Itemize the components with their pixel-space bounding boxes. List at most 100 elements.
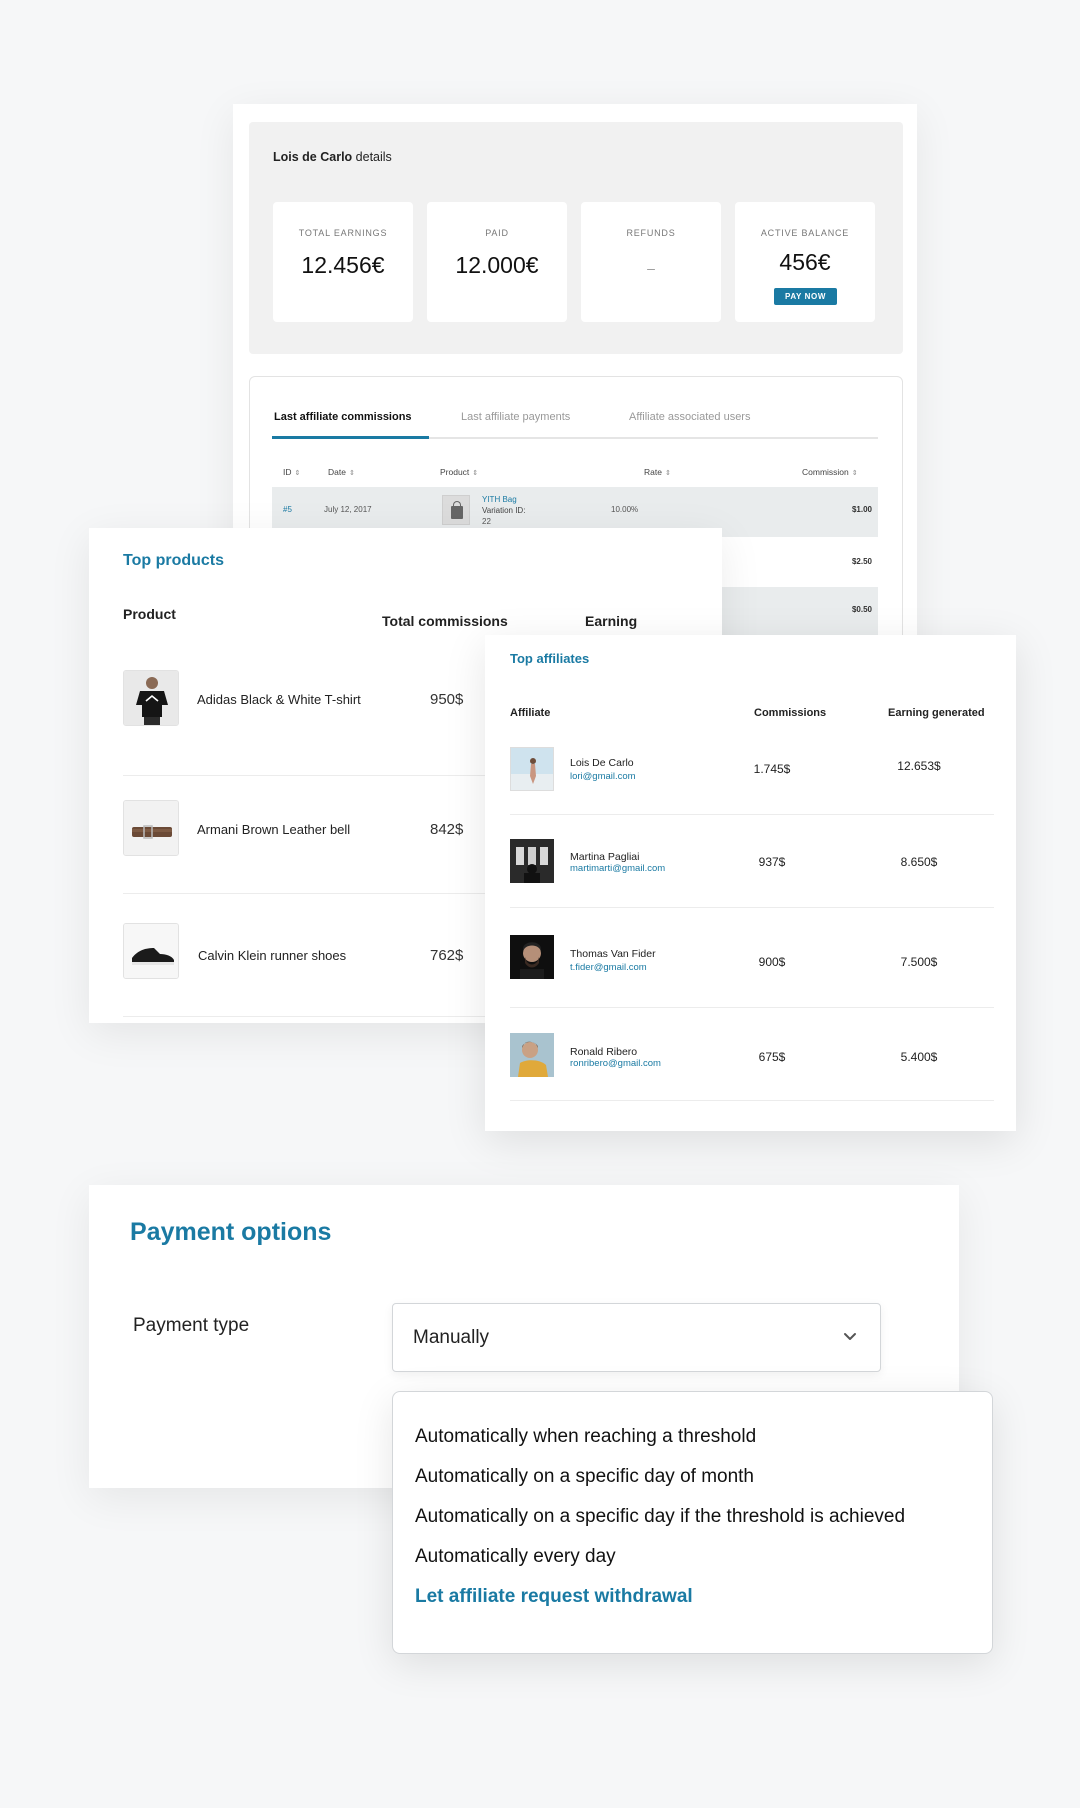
- list-item: Adidas Black & White T-shirt 950$: [123, 658, 503, 776]
- column-header-product: Product: [123, 606, 176, 622]
- affiliate-commissions: 1.745$: [753, 762, 791, 776]
- top-affiliates-panel: Top affiliates Affiliate Commissions Ear…: [485, 635, 1016, 1131]
- variation-label: Variation ID:: [482, 506, 526, 515]
- column-label: Product: [440, 467, 470, 477]
- total-earnings-card: TOTAL EARNINGS 12.456€: [273, 202, 413, 322]
- avatar: [510, 935, 554, 979]
- affiliate-name: Thomas Van Fider: [570, 948, 656, 960]
- refunds-card: REFUNDS –: [581, 202, 721, 322]
- top-affiliates-title: Top affiliates: [510, 651, 590, 666]
- column-header-commission[interactable]: Commission ⇕: [802, 467, 858, 477]
- option-day-if-threshold[interactable]: Automatically on a specific day if the t…: [415, 1506, 905, 1528]
- payment-type-selected-value: Manually: [413, 1327, 490, 1348]
- sort-icon: ⇕: [472, 470, 479, 477]
- tab-last-affiliate-commissions[interactable]: Last affiliate commissions: [274, 411, 412, 423]
- product-total-commissions: 762$: [430, 947, 464, 964]
- paid-card: PAID 12.000€: [427, 202, 567, 322]
- affiliate-commissions: 937$: [758, 855, 786, 869]
- affiliate-summary: Lois de Carlo details TOTAL EARNINGS 12.…: [249, 122, 903, 354]
- payment-type-label: Payment type: [133, 1315, 250, 1336]
- list-item: Thomas Van Fider t.fider@gmail.com 900$ …: [510, 908, 994, 1008]
- affiliate-earning: 5.400$: [900, 1050, 938, 1064]
- product-name: Calvin Klein runner shoes: [198, 948, 347, 963]
- list-item: Armani Brown Leather bell 842$: [123, 776, 503, 894]
- stat-value: –: [647, 260, 655, 276]
- tab-last-affiliate-payments[interactable]: Last affiliate payments: [461, 411, 570, 423]
- column-label: ID: [283, 467, 292, 477]
- option-threshold[interactable]: Automatically when reaching a threshold: [415, 1426, 756, 1448]
- affiliate-commissions: 675$: [758, 1050, 786, 1064]
- list-item: Lois De Carlo lori@gmail.com 1.745$ 12.6…: [510, 735, 994, 815]
- tab-affiliate-associated-users[interactable]: Affiliate associated users: [629, 411, 750, 423]
- list-item: Ronald Ribero ronribero@gmail.com 675$ 5…: [510, 1008, 994, 1101]
- affiliate-name: Lois De Carlo: [570, 757, 634, 769]
- product-total-commissions: 950$: [430, 691, 464, 708]
- sort-icon: ⇕: [851, 470, 858, 477]
- column-header-rate[interactable]: Rate ⇕: [644, 467, 671, 477]
- affiliate-commissions: 900$: [758, 955, 786, 969]
- affiliate-email[interactable]: lori@gmail.com: [570, 771, 636, 782]
- stat-label: REFUNDS: [626, 228, 676, 238]
- column-label: Rate: [644, 467, 662, 477]
- top-products-title: Top products: [123, 552, 225, 569]
- avatar: [510, 747, 554, 791]
- sort-icon: ⇕: [348, 470, 355, 477]
- affiliate-name: Ronald Ribero: [570, 1046, 638, 1058]
- column-header-total-commissions: Total commissions: [382, 613, 508, 629]
- commission-date: July 12, 2017: [324, 505, 372, 514]
- stat-value: 456€: [779, 249, 831, 275]
- stat-value: 12.000€: [455, 252, 539, 278]
- list-item: Martina Pagliai martimarti@gmail.com 937…: [510, 815, 994, 908]
- product-name: Adidas Black & White T-shirt: [197, 692, 361, 707]
- affiliate-name: Martina Pagliai: [570, 851, 640, 863]
- option-day-of-month[interactable]: Automatically on a specific day of month: [415, 1466, 754, 1488]
- summary-title: Lois de Carlo details: [273, 150, 392, 164]
- commission-amount: $0.50: [851, 605, 872, 614]
- option-every-day[interactable]: Automatically every day: [415, 1546, 616, 1568]
- affiliate-earning: 12.653$: [897, 759, 941, 773]
- sort-icon: ⇕: [664, 470, 671, 477]
- stat-label: ACTIVE BALANCE: [760, 228, 850, 238]
- column-header-earning-generated: Earning generated: [888, 707, 985, 719]
- option-affiliate-request-withdrawal[interactable]: Let affiliate request withdrawal: [415, 1586, 693, 1608]
- payment-type-select[interactable]: Manually: [392, 1303, 881, 1372]
- column-header-affiliate: Affiliate: [510, 707, 551, 719]
- affiliate-earning: 8.650$: [900, 855, 938, 869]
- stat-label: TOTAL EARNINGS: [298, 228, 388, 238]
- product-link[interactable]: YITH Bag: [482, 495, 517, 504]
- column-label: Commission: [802, 467, 849, 477]
- affiliate-earning: 7.500$: [900, 955, 938, 969]
- summary-title-suffix: details: [352, 150, 392, 164]
- product-name: Armani Brown Leather bell: [197, 822, 351, 837]
- commission-amount: $1.00: [851, 505, 872, 514]
- chevron-down-icon: [844, 1333, 856, 1340]
- variation-id: 22: [482, 517, 491, 526]
- column-header-earning: Earning: [585, 613, 638, 629]
- commission-rate: 10.00%: [611, 505, 639, 514]
- avatar: [510, 839, 554, 883]
- belt-product-image: [123, 800, 179, 856]
- active-balance-card: ACTIVE BALANCE 456€ PAY NOW: [735, 202, 875, 322]
- avatar: [510, 1033, 554, 1077]
- product-thumbnail: [442, 495, 470, 525]
- column-header-product[interactable]: Product ⇕: [440, 467, 478, 477]
- affiliate-name: Lois de Carlo: [273, 150, 353, 164]
- product-total-commissions: 842$: [430, 821, 464, 838]
- stat-label: PAID: [485, 228, 509, 238]
- commission-id-link[interactable]: #5: [283, 505, 292, 514]
- pay-now-button[interactable]: PAY NOW: [774, 288, 837, 305]
- column-label: Date: [328, 467, 346, 477]
- affiliate-email[interactable]: martimarti@gmail.com: [570, 863, 665, 874]
- shoe-product-image: [123, 923, 179, 979]
- tshirt-product-image: [123, 670, 179, 726]
- payment-type-dropdown-menu: Automatically when reaching a threshold …: [392, 1391, 993, 1654]
- affiliate-email[interactable]: t.fider@gmail.com: [570, 962, 647, 973]
- column-header-date[interactable]: Date ⇕: [328, 467, 355, 477]
- affiliate-email[interactable]: ronribero@gmail.com: [570, 1058, 661, 1069]
- sort-icon: ⇕: [294, 470, 301, 477]
- column-header-id[interactable]: ID ⇕: [283, 467, 300, 477]
- active-tab-indicator: [272, 436, 429, 439]
- payment-options-title: Payment options: [130, 1218, 332, 1246]
- column-header-commissions: Commissions: [754, 707, 827, 719]
- commission-amount: $2.50: [851, 557, 872, 566]
